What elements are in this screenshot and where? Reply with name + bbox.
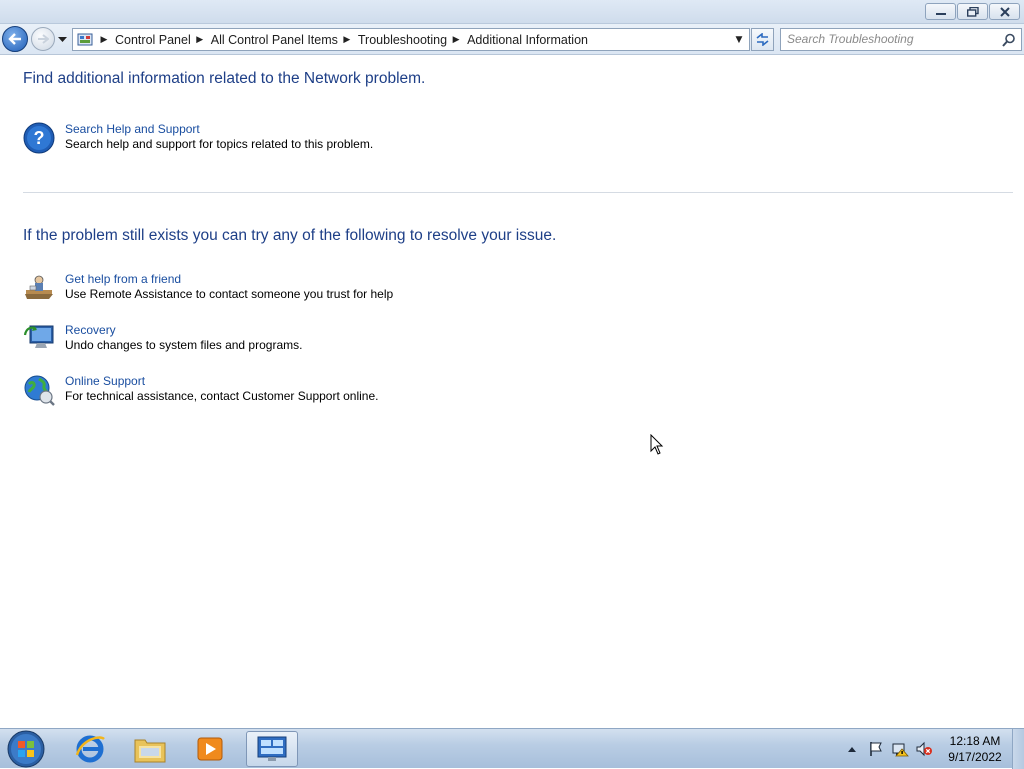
clock-date: 9/17/2022 [948,750,1002,764]
minimize-button[interactable] [925,3,956,20]
get-help-from-friend-link[interactable]: Get help from a friend [65,272,181,286]
page-title: Find additional information related to t… [23,70,426,87]
restore-icon [966,6,979,17]
windows-logo-icon [7,730,45,768]
notification-area [842,729,940,769]
remote-assistance-icon[interactable] [23,272,55,304]
search-help-description: Search help and support for topics relat… [65,137,374,151]
recent-pages-dropdown[interactable] [57,33,68,45]
system-clock[interactable]: 12:18 AM 9/17/2022 [940,733,1010,765]
start-button[interactable] [4,730,48,768]
volume-muted-icon [916,741,932,757]
back-button[interactable] [2,26,28,52]
show-desktop-button[interactable] [1012,729,1024,769]
window-title-bar [0,0,1024,24]
task-recovery: Recovery Undo changes to system files an… [23,323,623,359]
breadcrumb-additional-information[interactable]: Additional Information [467,33,588,47]
svg-text:?: ? [34,128,45,148]
forward-arrow-icon [38,34,49,44]
breadcrumb-arrow-icon[interactable]: ▶ [98,34,110,45]
action-center-button[interactable] [866,739,886,759]
windows-explorer-icon [134,739,166,763]
minimize-icon [935,12,946,15]
search-placeholder: Search Troubleshooting [787,32,914,46]
breadcrumb-arrow-icon[interactable]: ▶ [194,34,206,45]
network-icon [892,743,909,757]
action-center-flag-icon [870,742,882,756]
online-support-globe-icon[interactable] [23,374,55,406]
forward-button[interactable] [31,27,55,51]
close-icon [999,6,1010,17]
volume-button[interactable] [914,739,934,759]
search-icon[interactable] [1002,33,1016,47]
clock-time: 12:18 AM [949,734,1001,748]
breadcrumb-arrow-icon[interactable]: ▶ [450,34,462,45]
refresh-button[interactable] [751,28,774,51]
search-help-link[interactable]: Search Help and Support [65,122,200,136]
breadcrumb-arrow-icon[interactable]: ▶ [341,34,353,45]
task-online-support: Online Support For technical assistance,… [23,374,623,410]
breadcrumb-control-panel[interactable]: Control Panel [115,33,191,47]
address-history-dropdown[interactable]: ▼ [730,29,748,50]
control-panel-icon [77,33,93,46]
task-search-help: ? Search Help and Support Search help an… [23,122,623,158]
taskbar-internet-explorer[interactable] [62,731,118,767]
task-get-help-from-friend: Get help from a friend Use Remote Assist… [23,272,623,308]
refresh-icon [756,33,769,46]
taskbar-windows-explorer[interactable] [122,731,178,767]
recovery-icon[interactable] [23,323,55,355]
media-player-icon [197,737,223,761]
taskbar: 12:18 AM 9/17/2022 [0,728,1024,769]
breadcrumb-all-control-panel-items[interactable]: All Control Panel Items [211,33,338,47]
main-content: Find additional information related to t… [0,56,1024,728]
taskbar-control-panel[interactable] [246,731,298,767]
back-arrow-icon [8,33,21,45]
control-panel-icon [257,736,287,761]
section-divider [23,192,1013,193]
get-help-from-friend-description: Use Remote Assistance to contact someone… [65,287,394,301]
internet-explorer-icon [75,735,105,763]
section-heading: If the problem still exists you can try … [23,227,557,244]
help-question-icon[interactable]: ? [23,122,55,154]
restore-button[interactable] [957,3,988,20]
breadcrumb-troubleshooting[interactable]: Troubleshooting [358,33,447,47]
online-support-description: For technical assistance, contact Custom… [65,389,379,403]
mouse-cursor-icon [650,434,664,455]
close-button[interactable] [989,3,1020,20]
address-bar[interactable]: ▶ Control Panel ▶ All Control Panel Item… [72,28,750,51]
breadcrumb: ▶ Control Panel ▶ All Control Panel Item… [95,29,588,50]
navigation-bar: ▶ Control Panel ▶ All Control Panel Item… [0,24,1024,55]
recovery-link[interactable]: Recovery [65,323,116,337]
online-support-link[interactable]: Online Support [65,374,145,388]
taskbar-media-player[interactable] [182,731,238,767]
recovery-description: Undo changes to system files and program… [65,338,303,352]
search-input[interactable]: Search Troubleshooting [780,28,1022,51]
show-hidden-icons-icon [848,747,856,752]
show-hidden-icons-button[interactable] [842,739,862,759]
network-button[interactable] [890,739,910,759]
